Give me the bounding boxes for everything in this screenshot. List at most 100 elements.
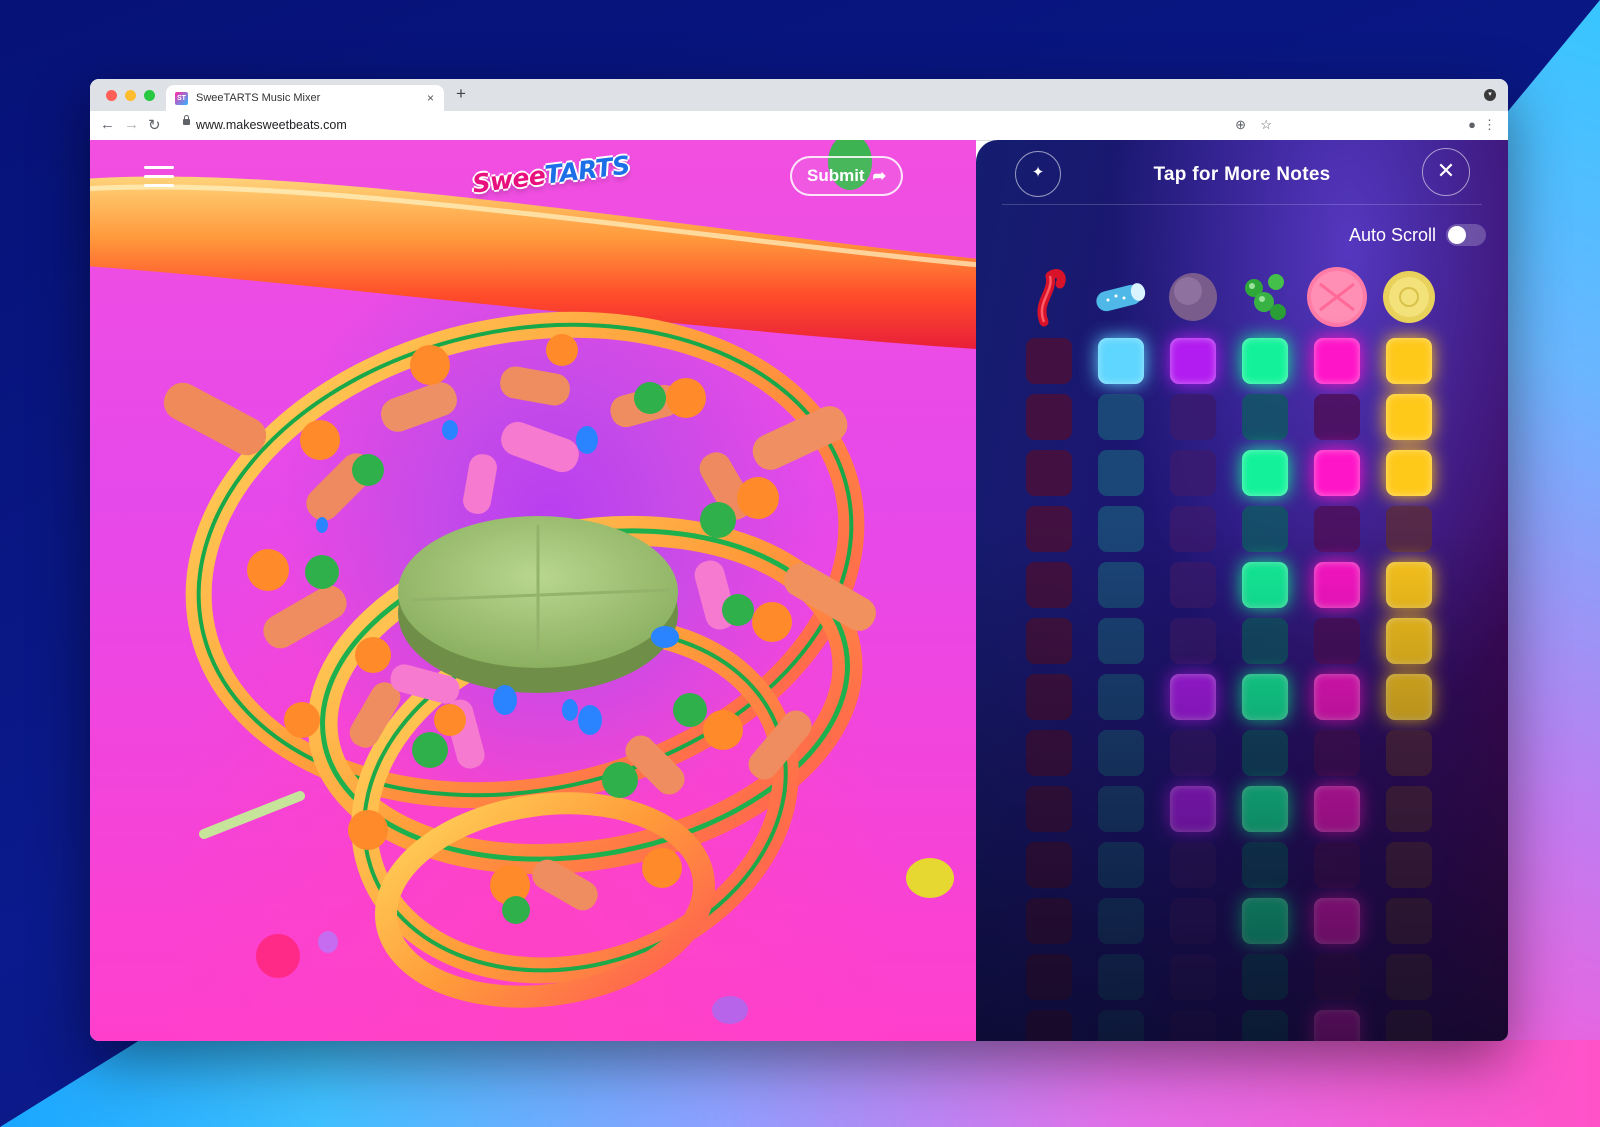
note-cell-r3-c2[interactable] [1098, 450, 1144, 496]
note-cell-r8-c1[interactable] [1026, 730, 1072, 776]
new-tab-button[interactable]: + [456, 84, 466, 104]
note-cell-r11-c6[interactable] [1386, 898, 1432, 944]
note-cell-r6-c5[interactable] [1314, 618, 1360, 664]
note-cell-r10-c3[interactable] [1170, 842, 1216, 888]
note-cell-r3-c4[interactable] [1242, 450, 1288, 496]
note-cell-r6-c4[interactable] [1242, 618, 1288, 664]
note-cell-r5-c4[interactable] [1242, 562, 1288, 608]
note-cell-r4-c1[interactable] [1026, 506, 1072, 552]
note-cell-r2-c1[interactable] [1026, 394, 1072, 440]
note-cell-r3-c5[interactable] [1314, 450, 1360, 496]
candy-green-gummies-icon[interactable] [1230, 262, 1300, 332]
note-cell-r13-c5[interactable] [1314, 1010, 1360, 1041]
back-arrow-icon[interactable]: ← [100, 116, 115, 133]
note-cell-r10-c4[interactable] [1242, 842, 1288, 888]
note-cell-r13-c6[interactable] [1386, 1010, 1432, 1041]
note-cell-r3-c3[interactable] [1170, 450, 1216, 496]
note-cell-r10-c1[interactable] [1026, 842, 1072, 888]
note-cell-r11-c5[interactable] [1314, 898, 1360, 944]
note-cell-r3-c1[interactable] [1026, 450, 1072, 496]
candy-blue-rope-icon[interactable] [1086, 262, 1156, 332]
note-cell-r5-c2[interactable] [1098, 562, 1144, 608]
note-cell-r12-c3[interactable] [1170, 954, 1216, 1000]
lock-icon[interactable] [183, 115, 190, 127]
close-icon[interactable]: ✕ [1422, 148, 1470, 196]
note-cell-r11-c2[interactable] [1098, 898, 1144, 944]
bookmark-star-icon[interactable]: ☆ [1260, 117, 1272, 133]
note-cell-r7-c2[interactable] [1098, 674, 1144, 720]
candy-scene[interactable]: SweeTARTS Submit ➦ [90, 140, 976, 1041]
window-maximize-button[interactable] [144, 90, 155, 101]
address-bar[interactable]: www.makesweetbeats.com [196, 118, 347, 132]
browser-tab[interactable]: ST SweeTARTS Music Mixer × [166, 85, 444, 111]
note-cell-r10-c5[interactable] [1314, 842, 1360, 888]
note-cell-r10-c6[interactable] [1386, 842, 1432, 888]
forward-arrow-icon[interactable]: → [124, 116, 139, 133]
note-cell-r6-c2[interactable] [1098, 618, 1144, 664]
account-icon[interactable]: ● [1468, 117, 1476, 132]
note-cell-r12-c2[interactable] [1098, 954, 1144, 1000]
note-cell-r4-c5[interactable] [1314, 506, 1360, 552]
note-cell-r1-c3[interactable] [1170, 338, 1216, 384]
window-close-button[interactable] [106, 90, 117, 101]
note-cell-r1-c6[interactable] [1386, 338, 1432, 384]
reload-icon[interactable]: ↻ [148, 116, 161, 134]
note-cell-r13-c2[interactable] [1098, 1010, 1144, 1041]
note-cell-r7-c5[interactable] [1314, 674, 1360, 720]
note-cell-r4-c2[interactable] [1098, 506, 1144, 552]
note-cell-r6-c1[interactable] [1026, 618, 1072, 664]
note-cell-r7-c1[interactable] [1026, 674, 1072, 720]
note-cell-r5-c5[interactable] [1314, 562, 1360, 608]
note-cell-r2-c5[interactable] [1314, 394, 1360, 440]
note-cell-r9-c5[interactable] [1314, 786, 1360, 832]
note-cell-r1-c5[interactable] [1314, 338, 1360, 384]
note-cell-r11-c4[interactable] [1242, 898, 1288, 944]
note-cell-r11-c1[interactable] [1026, 898, 1072, 944]
note-cell-r4-c6[interactable] [1386, 506, 1432, 552]
candy-purple-round-icon[interactable] [1158, 262, 1228, 332]
note-cell-r10-c2[interactable] [1098, 842, 1144, 888]
browser-menu-icon[interactable]: ⋮ [1483, 117, 1496, 133]
note-cell-r12-c5[interactable] [1314, 954, 1360, 1000]
note-cell-r7-c4[interactable] [1242, 674, 1288, 720]
note-cell-r3-c6[interactable] [1386, 450, 1432, 496]
note-cell-r7-c6[interactable] [1386, 674, 1432, 720]
note-cell-r9-c6[interactable] [1386, 786, 1432, 832]
note-cell-r6-c6[interactable] [1386, 618, 1432, 664]
note-cell-r4-c4[interactable] [1242, 506, 1288, 552]
note-cell-r13-c1[interactable] [1026, 1010, 1072, 1041]
note-cell-r5-c1[interactable] [1026, 562, 1072, 608]
note-cell-r8-c4[interactable] [1242, 730, 1288, 776]
note-cell-r12-c6[interactable] [1386, 954, 1432, 1000]
zoom-icon[interactable]: ⊕ [1235, 117, 1246, 133]
note-cell-r1-c2[interactable] [1098, 338, 1144, 384]
note-cell-r8-c2[interactable] [1098, 730, 1144, 776]
candy-pink-tablet-icon[interactable] [1302, 262, 1372, 332]
note-cell-r7-c3[interactable] [1170, 674, 1216, 720]
hamburger-menu-icon[interactable] [144, 166, 174, 188]
tab-search-icon[interactable]: ▾ [1484, 89, 1496, 101]
note-cell-r5-c6[interactable] [1386, 562, 1432, 608]
note-cell-r2-c4[interactable] [1242, 394, 1288, 440]
note-cell-r6-c3[interactable] [1170, 618, 1216, 664]
note-cell-r2-c6[interactable] [1386, 394, 1432, 440]
note-cell-r13-c4[interactable] [1242, 1010, 1288, 1041]
note-cell-r8-c6[interactable] [1386, 730, 1432, 776]
tab-close-icon[interactable]: × [427, 91, 434, 105]
note-cell-r11-c3[interactable] [1170, 898, 1216, 944]
note-cell-r12-c4[interactable] [1242, 954, 1288, 1000]
note-cell-r2-c2[interactable] [1098, 394, 1144, 440]
note-cell-r4-c3[interactable] [1170, 506, 1216, 552]
candy-red-rope-icon[interactable] [1014, 262, 1084, 332]
note-cell-r5-c3[interactable] [1170, 562, 1216, 608]
note-cell-r1-c4[interactable] [1242, 338, 1288, 384]
note-cell-r9-c1[interactable] [1026, 786, 1072, 832]
note-cell-r9-c2[interactable] [1098, 786, 1144, 832]
candy-yellow-tablet-icon[interactable] [1374, 262, 1444, 332]
note-cell-r9-c3[interactable] [1170, 786, 1216, 832]
note-cell-r2-c3[interactable] [1170, 394, 1216, 440]
note-cell-r12-c1[interactable] [1026, 954, 1072, 1000]
note-cell-r9-c4[interactable] [1242, 786, 1288, 832]
submit-button[interactable]: Submit ➦ [790, 156, 903, 196]
window-minimize-button[interactable] [125, 90, 136, 101]
